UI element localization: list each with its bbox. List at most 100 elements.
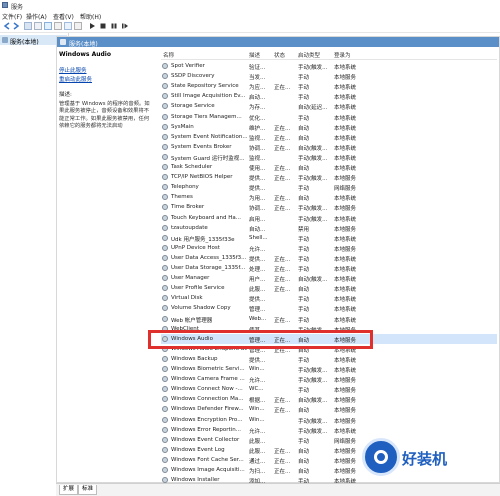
- column-header-description[interactable]: 描述: [249, 51, 260, 59]
- service-log-on-as: 本地服务: [334, 418, 357, 425]
- service-startup-type: 自动: [298, 408, 310, 415]
- service-row[interactable]: Themes 为用... 正在... 自动 本地系统: [161, 192, 497, 202]
- show-hide-tree-icon[interactable]: [24, 22, 32, 30]
- service-log-on-as: 本地系统: [334, 216, 357, 223]
- service-row[interactable]: Still Image Acquisition Ev... 启动... 手动 本地系统: [161, 91, 497, 101]
- service-startup-type: 自动: [298, 458, 310, 465]
- service-name: Spot Verifier: [171, 63, 205, 69]
- service-row[interactable]: Storage Tiers Managem... 优化... 手动 本地系统: [161, 112, 497, 122]
- service-gear-icon: [162, 406, 168, 413]
- stop-service-link[interactable]: 停止此服务: [59, 66, 154, 74]
- tab-extended[interactable]: 扩展: [59, 485, 79, 495]
- service-startup-type: 禁用: [298, 226, 310, 233]
- service-gear-icon: [162, 295, 168, 302]
- refresh-icon[interactable]: [44, 22, 52, 30]
- service-log-on-as: 本地系统: [334, 155, 357, 162]
- start-icon[interactable]: [88, 22, 96, 30]
- service-row[interactable]: Udk 用户服务_1335f33e Shell... 手动 本地系统: [161, 233, 497, 243]
- service-gear-icon: [162, 174, 168, 181]
- highlight-box: [148, 330, 373, 349]
- service-startup-type: 手动(触发...: [298, 65, 328, 71]
- service-row[interactable]: User Manager 用户... 正在... 自动(触发... 本地系统: [161, 273, 497, 283]
- forward-icon[interactable]: [12, 22, 20, 30]
- export-list-icon[interactable]: [54, 22, 62, 30]
- service-row[interactable]: Windows Defender Firew... Win... 正在... 自动 本地…: [161, 404, 497, 414]
- column-header-log-on-as[interactable]: 登录为: [334, 51, 351, 59]
- service-row[interactable]: Windows Camera Frame ... 允许... 手动(触发... 本地服…: [161, 374, 497, 384]
- service-startup-type: 手动(触发...: [298, 155, 328, 162]
- service-status: 正在...: [274, 256, 291, 263]
- service-row[interactable]: System Guard 运行时监视... 监视... 手动(触发... 本地系统: [161, 152, 497, 162]
- service-gear-icon: [162, 315, 168, 322]
- service-startup-type: 手动(触发...: [298, 216, 328, 223]
- service-row[interactable]: Windows Event Collector 此服... 手动 网络服务: [161, 435, 497, 445]
- service-row[interactable]: tzautoupdate 自动... 禁用 本地服务: [161, 223, 497, 233]
- restart-service-link[interactable]: 重启动此服务: [59, 75, 154, 83]
- service-row[interactable]: SSDP Discovery 当发... 手动 本地服务: [161, 71, 497, 81]
- service-row[interactable]: User Data Access_1335f3... 提供... 正在... 手动 本地…: [161, 253, 497, 263]
- service-description: 允许...: [249, 428, 266, 435]
- service-description: 为应...: [249, 85, 266, 92]
- console-icon[interactable]: [34, 22, 42, 30]
- service-row[interactable]: User Data Storage_1335f... 处理... 正在... 手动 本地…: [161, 263, 497, 273]
- service-log-on-as: 本地系统: [334, 297, 357, 304]
- service-row[interactable]: Windows Encryption Pro... Win... 手动(触发... 本…: [161, 415, 497, 425]
- service-row[interactable]: Windows Connection Ma... 根据... 正在... 自动(触发.…: [161, 394, 497, 404]
- service-description: 自动...: [249, 226, 266, 233]
- service-log-on-as: 本地系统: [334, 428, 357, 435]
- properties-icon[interactable]: [74, 22, 82, 30]
- service-status: 正在...: [274, 448, 291, 455]
- service-description: 监视...: [249, 155, 266, 162]
- service-row[interactable]: Web 帐户管理器 Web... 正在... 手动 本地系统: [161, 314, 497, 324]
- service-row[interactable]: Storage Service 为存... 自动(延迟... 本地系统: [161, 101, 497, 111]
- service-row[interactable]: Touch Keyboard and Ha... 启用... 手动(触发... 本地系…: [161, 213, 497, 223]
- restart-icon[interactable]: [121, 22, 129, 30]
- service-row[interactable]: SysMain 维护... 正在... 自动 本地系统: [161, 122, 497, 132]
- window-title: 服务: [11, 4, 24, 11]
- service-row[interactable]: Windows Error Reportin... 允许... 手动(触发... 本地…: [161, 425, 497, 435]
- service-row[interactable]: User Profile Service 此服... 正在... 自动 本地系统: [161, 283, 497, 293]
- status-bar: 扩展 标准: [56, 483, 500, 496]
- service-row[interactable]: UPnP Device Host 允许... 手动 本地服务: [161, 243, 497, 253]
- service-row[interactable]: State Repository Service 为应... 正在... 手动 本地系统: [161, 81, 497, 91]
- column-header-status[interactable]: 状态: [274, 51, 285, 59]
- service-row[interactable]: System Events Broker 协调... 正在... 自动(触发... 本地…: [161, 142, 497, 152]
- service-name: SSDP Discovery: [171, 73, 215, 80]
- service-row[interactable]: Windows Biometric Servi... Win... 手动(触发...…: [161, 364, 497, 374]
- service-row[interactable]: Telephony 提供... 手动 网络服务: [161, 182, 497, 192]
- service-status: 正在...: [274, 469, 291, 475]
- tab-standard[interactable]: 标准: [78, 485, 98, 495]
- service-name: Still Image Acquisition Ev...: [171, 93, 246, 100]
- service-gear-icon: [162, 436, 168, 443]
- service-gear-icon: [162, 164, 168, 170]
- service-startup-type: 手动: [298, 256, 310, 263]
- column-header-name[interactable]: 名称: [163, 51, 174, 59]
- service-gear-icon: [162, 184, 168, 191]
- stop-icon[interactable]: [99, 22, 107, 30]
- service-row[interactable]: Task Scheduler 使用... 正在... 自动 本地系统: [161, 162, 497, 172]
- service-status: 正在...: [274, 125, 291, 132]
- service-row[interactable]: System Event Notification... 监视... 正在... 自动…: [161, 132, 497, 142]
- service-status: 正在...: [274, 277, 291, 284]
- service-startup-type: 自动(触发...: [298, 277, 328, 284]
- service-name: System Event Notification...: [171, 133, 247, 140]
- service-row[interactable]: Time Broker 协调... 正在... 手动(触发... 本地服务: [161, 202, 497, 212]
- service-row[interactable]: Virtual Disk 提供... 手动 本地系统: [161, 293, 497, 303]
- service-startup-type: 手动: [298, 307, 310, 314]
- service-row[interactable]: Windows Backup 提供... 手动 本地系统: [161, 354, 497, 364]
- services-app-icon: [2, 2, 8, 8]
- service-startup-type: 手动: [298, 85, 310, 92]
- column-header-startup-type[interactable]: 启动类型: [298, 51, 320, 59]
- service-description: 当发...: [249, 75, 266, 82]
- service-description: 处理...: [249, 267, 266, 273]
- service-name: Windows Event Collector: [171, 436, 240, 443]
- service-row[interactable]: Volume Shadow Copy 管理... 手动 本地系统: [161, 303, 497, 313]
- help-icon[interactable]: [64, 22, 72, 30]
- service-row[interactable]: TCP/IP NetBIOS Helper 提供... 正在... 手动(触发... 本…: [161, 172, 497, 182]
- pause-icon[interactable]: [110, 22, 118, 30]
- service-row[interactable]: Spot Verifier 验证... 手动(触发... 本地系统: [161, 61, 497, 71]
- service-description: 提供...: [249, 186, 266, 193]
- back-icon[interactable]: [3, 22, 11, 30]
- service-row[interactable]: Windows Connect Now -... WC... 手动 本地服务: [161, 384, 497, 394]
- service-gear-icon: [162, 355, 168, 362]
